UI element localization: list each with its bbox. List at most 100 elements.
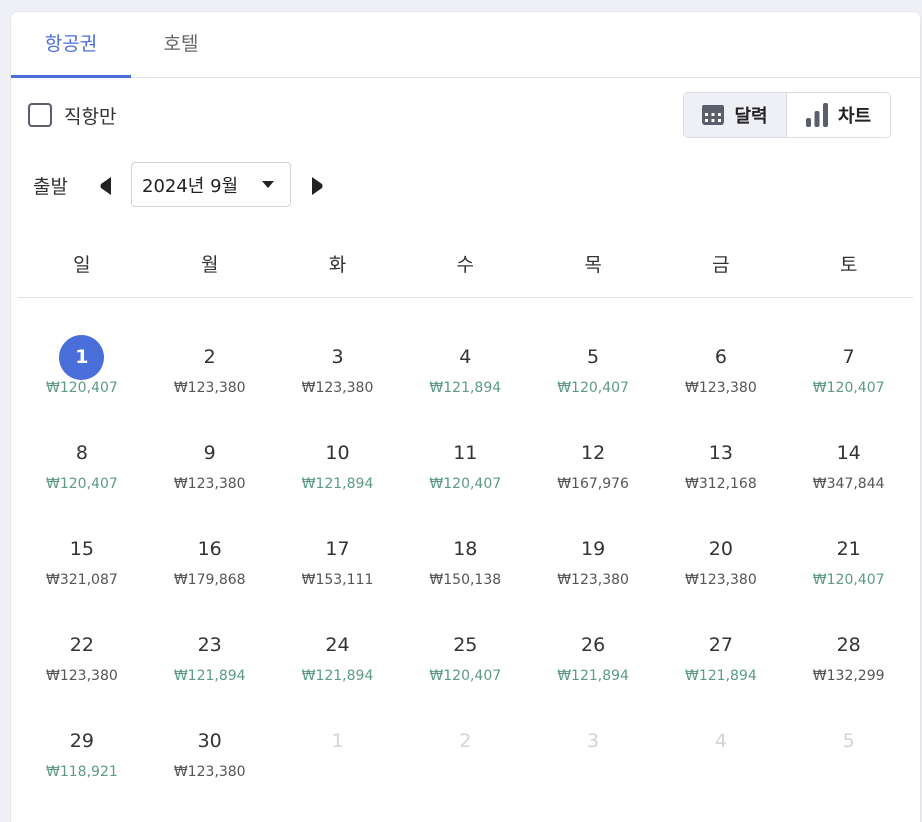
weekday-mon: 월 bbox=[200, 254, 219, 276]
calendar-day-outside-month: 5 bbox=[785, 711, 913, 807]
calendar-view-label: 달력 bbox=[734, 106, 768, 127]
tab-bar: 항공권 호텔 bbox=[11, 12, 920, 78]
view-toggle: 달력 차트 bbox=[683, 92, 891, 138]
day-price: ₩121,894 bbox=[557, 668, 629, 684]
day-number: 16 bbox=[197, 538, 222, 560]
calendar-day-cell[interactable]: 16 ₩179,868 bbox=[146, 519, 274, 615]
day-number: 23 bbox=[197, 634, 222, 656]
day-number: 18 bbox=[453, 538, 478, 560]
weekday-header: 일 월 화 수 목 금 토 bbox=[18, 250, 913, 298]
calendar-day-cell[interactable]: 23 ₩121,894 bbox=[146, 615, 274, 711]
calendar-day-cell[interactable]: 22 ₩123,380 bbox=[18, 615, 146, 711]
caret-left-icon bbox=[100, 177, 111, 195]
calendar-day-cell[interactable]: 11 ₩120,407 bbox=[401, 423, 529, 519]
chart-view-button[interactable]: 차트 bbox=[787, 93, 890, 137]
tab-flights[interactable]: 항공권 bbox=[11, 12, 131, 77]
day-price: ₩123,380 bbox=[46, 668, 118, 684]
day-price: ₩120,407 bbox=[812, 380, 885, 396]
calendar-day-cell[interactable]: 17 ₩153,111 bbox=[274, 519, 402, 615]
search-panel: 항공권 호텔 직항만 달력 차트 출발 2024년 9월 일 월 화 수 목 금… bbox=[11, 12, 920, 822]
day-number: 11 bbox=[453, 442, 478, 464]
day-price: ₩153,111 bbox=[301, 572, 374, 588]
calendar-day-cell[interactable]: 14 ₩347,844 bbox=[785, 423, 913, 519]
day-number: 25 bbox=[453, 634, 478, 656]
day-number: 15 bbox=[69, 538, 94, 560]
day-price: ₩120,407 bbox=[46, 380, 118, 396]
day-number: 5 bbox=[587, 346, 600, 368]
weekday-sun: 일 bbox=[73, 254, 91, 276]
day-price: ₩120,407 bbox=[429, 668, 502, 684]
calendar-day-cell[interactable]: 3 ₩123,380 bbox=[274, 327, 402, 423]
day-price: ₩120,407 bbox=[812, 572, 885, 588]
month-select[interactable]: 2024년 9월 bbox=[131, 162, 291, 207]
day-price: ₩123,380 bbox=[173, 764, 246, 780]
tab-hotels[interactable]: 호텔 bbox=[131, 12, 231, 77]
prev-month-button[interactable] bbox=[96, 176, 116, 196]
active-tab-indicator bbox=[11, 75, 131, 78]
calendar-day-cell[interactable]: 18 ₩150,138 bbox=[401, 519, 529, 615]
day-price: ₩347,844 bbox=[812, 476, 885, 492]
calendar-day-cell[interactable]: 15 ₩321,087 bbox=[18, 519, 146, 615]
calendar-day-cell[interactable]: 19 ₩123,380 bbox=[529, 519, 657, 615]
calendar-week-row: 8 ₩120,407 9 ₩123,380 10 ₩121,894 11 ₩120,407 12… bbox=[18, 423, 913, 519]
day-price: ₩121,894 bbox=[301, 668, 374, 684]
calendar-day-cell[interactable]: 21 ₩120,407 bbox=[785, 519, 913, 615]
calendar-day-cell[interactable]: 25 ₩120,407 bbox=[401, 615, 529, 711]
day-number: 17 bbox=[325, 538, 350, 560]
direct-only-label: 직항만 bbox=[64, 105, 117, 128]
day-price: ₩123,380 bbox=[173, 380, 246, 396]
calendar-day-cell[interactable]: 24 ₩121,894 bbox=[274, 615, 402, 711]
calendar-day-cell[interactable]: 1 ₩120,407 bbox=[18, 327, 146, 423]
calendar-day-cell[interactable]: 7 ₩120,407 bbox=[785, 327, 913, 423]
day-price: ₩123,380 bbox=[685, 572, 757, 588]
day-price: ₩121,894 bbox=[301, 476, 374, 492]
day-number: 28 bbox=[836, 634, 861, 656]
day-number: 30 bbox=[197, 730, 222, 752]
day-number: 7 bbox=[842, 346, 855, 368]
calendar-week-row: 1 ₩120,407 2 ₩123,380 3 ₩123,380 4 ₩121,894 5 ₩12… bbox=[18, 327, 913, 423]
calendar-day-cell[interactable]: 4 ₩121,894 bbox=[401, 327, 529, 423]
day-price: ₩123,380 bbox=[301, 380, 374, 396]
day-number: 19 bbox=[580, 538, 606, 560]
day-number: 4 bbox=[459, 346, 472, 368]
direct-only-checkbox[interactable] bbox=[28, 103, 52, 127]
day-number: 4 bbox=[714, 730, 727, 752]
calendar-day-cell[interactable]: 9 ₩123,380 bbox=[146, 423, 274, 519]
day-number: 21 bbox=[836, 538, 861, 560]
calendar-day-cell[interactable]: 27 ₩121,894 bbox=[657, 615, 785, 711]
calendar-day-cell[interactable]: 29 ₩118,921 bbox=[18, 711, 146, 807]
next-month-button[interactable] bbox=[307, 176, 327, 196]
day-number: 3 bbox=[331, 346, 344, 368]
calendar-day-cell[interactable]: 20 ₩123,380 bbox=[657, 519, 785, 615]
direct-only-filter[interactable]: 직항만 bbox=[28, 103, 117, 128]
calendar-day-cell[interactable]: 8 ₩120,407 bbox=[18, 423, 146, 519]
calendar-day-cell[interactable]: 6 ₩123,380 bbox=[657, 327, 785, 423]
chevron-down-icon bbox=[262, 181, 274, 188]
calendar-day-cell[interactable]: 13 ₩312,168 bbox=[657, 423, 785, 519]
day-price: ₩312,168 bbox=[685, 476, 757, 492]
day-price: ₩123,380 bbox=[173, 476, 246, 492]
calendar-day-cell[interactable]: 5 ₩120,407 bbox=[529, 327, 657, 423]
day-number: 2 bbox=[203, 346, 216, 368]
weekday-thu: 목 bbox=[584, 254, 602, 276]
selected-day-number: 1 bbox=[59, 335, 105, 380]
calendar-day-cell[interactable]: 26 ₩121,894 bbox=[529, 615, 657, 711]
day-price: ₩120,407 bbox=[557, 380, 629, 396]
calendar-view-button[interactable]: 달력 bbox=[684, 93, 787, 137]
day-number: 13 bbox=[708, 442, 733, 464]
day-price: ₩123,380 bbox=[557, 572, 629, 588]
day-price: ₩132,299 bbox=[812, 668, 885, 684]
calendar-day-cell[interactable]: 30 ₩123,380 bbox=[146, 711, 274, 807]
day-price: ₩118,921 bbox=[46, 764, 118, 780]
calendar-day-cell[interactable]: 10 ₩121,894 bbox=[274, 423, 402, 519]
day-price: ₩123,380 bbox=[685, 380, 757, 396]
calendar-week-row: 29 ₩118,921 30 ₩123,380 1 2 3 4 5 bbox=[18, 711, 913, 807]
calendar-day-cell[interactable]: 12 ₩167,976 bbox=[529, 423, 657, 519]
bar-chart-icon bbox=[805, 103, 828, 127]
calendar-day-cell[interactable]: 2 ₩123,380 bbox=[146, 327, 274, 423]
weekday-tue: 화 bbox=[328, 254, 347, 276]
day-price: ₩121,894 bbox=[173, 668, 246, 684]
calendar-day-cell[interactable]: 28 ₩132,299 bbox=[785, 615, 913, 711]
calendar-icon bbox=[702, 105, 725, 125]
caret-right-icon bbox=[312, 177, 323, 195]
